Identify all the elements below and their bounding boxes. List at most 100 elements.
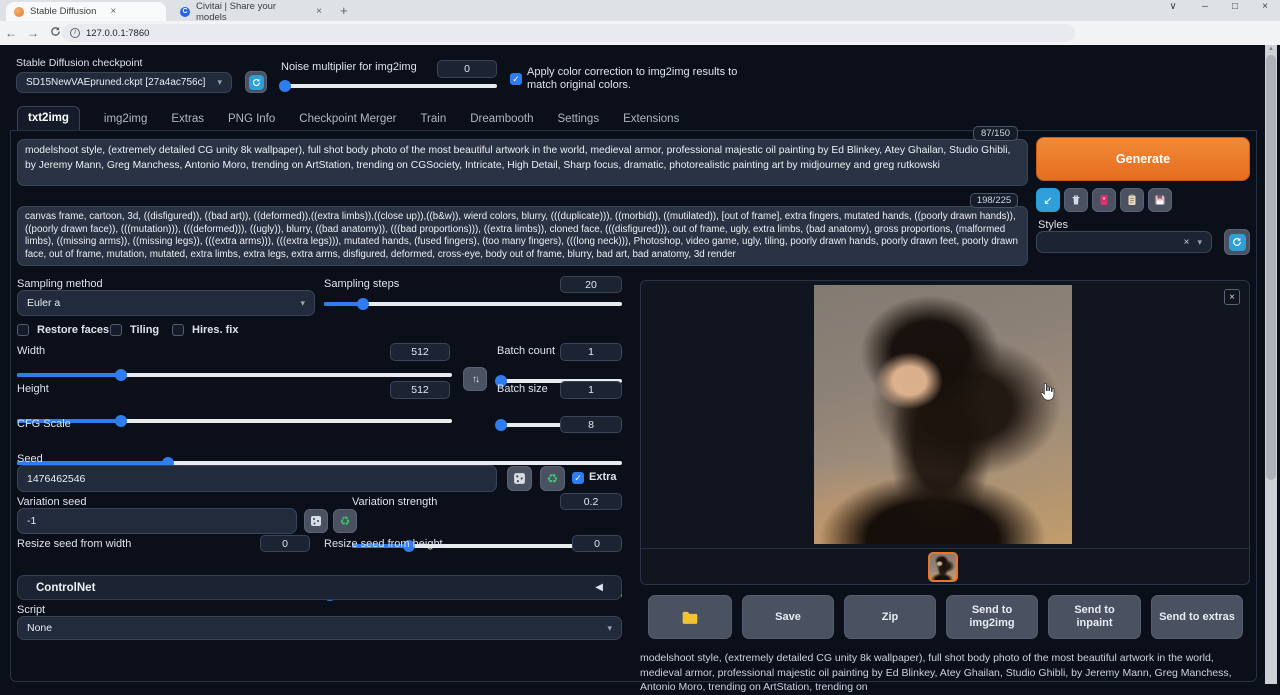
back-icon[interactable]: ← [0,26,22,40]
close-gallery-icon[interactable]: × [1224,289,1240,305]
send-to-extras-button[interactable]: Send to extras [1151,595,1243,639]
slider-knob[interactable] [357,298,369,310]
main-tab-bar: txt2img img2img Extras PNG Info Checkpoi… [17,106,679,131]
slider-knob[interactable] [115,415,127,427]
new-tab-icon[interactable]: + [340,3,348,18]
resize-seed-height-input[interactable] [572,535,622,552]
reuse-seed-button[interactable]: ♻ [540,466,565,491]
checkpoint-label: Stable Diffusion checkpoint [16,57,142,69]
tab-img2img[interactable]: img2img [104,113,147,125]
generate-button[interactable]: Generate [1036,137,1250,181]
tiling-checkbox[interactable] [110,324,122,336]
window-close-icon[interactable]: × [1256,1,1274,12]
clear-prompt-button[interactable] [1064,188,1088,212]
batch-size-input[interactable] [560,381,622,399]
negative-prompt-textarea[interactable]: canvas frame, cartoon, 3d, ((disfigured)… [17,206,1028,266]
send-to-inpaint-button[interactable]: Send to inpaint [1048,595,1141,639]
dice-icon [513,472,526,485]
tab-png-info[interactable]: PNG Info [228,113,275,125]
send-to-img2img-button[interactable]: Send to img2img [946,595,1038,639]
browser-tab-civitai[interactable]: C Civitai | Share your models × [172,2,330,21]
random-seed-button[interactable] [507,466,532,491]
tab-close-icon[interactable]: × [110,6,116,17]
browser-tab-title: Civitai | Share your models [196,1,302,23]
scrollbar-thumb[interactable] [1266,55,1276,480]
clear-icon[interactable]: × [1184,237,1190,248]
window-maximize-icon[interactable]: □ [1226,1,1244,12]
cfg-scale-label: CFG Scale [17,418,71,430]
save-button[interactable]: Save [742,595,834,639]
browser-tab-stable-diffusion[interactable]: Stable Diffusion × [6,2,166,21]
cfg-scale-input[interactable] [560,416,622,433]
styles-refresh-button[interactable] [1224,229,1250,255]
variation-seed-input[interactable] [17,508,297,534]
script-value: None [27,622,52,634]
extra-seed-checkbox[interactable]: ✓ [572,472,584,484]
gallery-thumbnail-selected[interactable] [928,552,958,582]
send-to-extras-label: Send to extras [1159,611,1235,624]
script-dropdown[interactable]: None ▾ [17,616,622,640]
variation-strength-label: Variation strength [352,496,437,508]
styles-dropdown[interactable]: × ▾ [1036,231,1212,253]
tab-dreambooth[interactable]: Dreambooth [470,113,533,125]
url-bar[interactable]: i 127.0.0.1:7860 [62,24,1075,42]
reuse-variation-seed-button[interactable]: ♻ [333,509,357,533]
variation-seed-label: Variation seed [17,496,87,508]
zip-button[interactable]: Zip [844,595,936,639]
controlnet-accordion[interactable]: ControlNet ◀ [17,575,622,600]
save-style-button[interactable] [1148,188,1172,212]
sampling-steps-slider[interactable] [324,302,622,306]
extra-networks-button[interactable] [1092,188,1116,212]
height-input[interactable] [390,381,450,399]
width-slider[interactable] [17,373,452,377]
noise-multiplier-slider[interactable] [281,84,497,88]
tab-train[interactable]: Train [420,113,446,125]
refresh-icon [249,75,264,90]
floppy-disk-icon [1154,194,1166,206]
scrollbar-up-arrow[interactable]: ▲ [1265,46,1277,52]
stable-diffusion-webui: Stable Diffusion checkpoint SD15NewVAEpr… [0,45,1280,684]
noise-multiplier-input[interactable] [437,60,497,78]
civitai-favicon: C [180,7,190,17]
sampling-steps-input[interactable] [560,276,622,293]
window-minimize-icon[interactable]: – [1196,1,1214,12]
page-scrollbar[interactable]: ▲ [1265,45,1277,684]
checkpoint-refresh-button[interactable] [245,71,267,93]
height-slider[interactable] [17,419,452,423]
forward-icon[interactable]: → [22,26,44,40]
batch-count-input[interactable] [560,343,622,361]
tab-extensions[interactable]: Extensions [623,113,679,125]
color-correction-checkbox[interactable]: ✓ [510,73,522,85]
seed-input[interactable] [17,465,497,492]
read-generation-params-button[interactable]: ↙ [1036,188,1060,212]
page-info-icon[interactable]: i [70,28,80,38]
slider-knob[interactable] [495,419,507,431]
checkpoint-dropdown[interactable]: SD15NewVAEpruned.ckpt [27a4ac756c] ▾ [16,72,232,93]
random-variation-seed-button[interactable] [304,509,328,533]
tab-checkpoint-merger[interactable]: Checkpoint Merger [299,113,396,125]
resize-seed-width-input[interactable] [260,535,310,552]
generated-image[interactable] [814,285,1072,544]
negative-token-counter: 198/225 [970,193,1018,208]
browser-tab-title: Stable Diffusion [30,6,96,17]
window-chevron-icon[interactable]: ∨ [1164,1,1182,12]
sampling-method-dropdown[interactable]: Euler a ▾ [17,290,315,316]
slider-knob[interactable] [115,369,127,381]
swap-dimensions-button[interactable]: ↑↓ [463,367,487,391]
slider-knob[interactable] [279,80,291,92]
hand-cursor [1040,382,1055,401]
hires-fix-checkbox[interactable] [172,324,184,336]
chevron-down-icon: ▾ [217,77,222,88]
browser-tabstrip: Stable Diffusion × C Civitai | Share you… [0,0,1280,21]
tab-settings[interactable]: Settings [558,113,600,125]
apply-styles-button[interactable] [1120,188,1144,212]
width-input[interactable] [390,343,450,361]
tab-extras[interactable]: Extras [171,113,204,125]
tab-txt2img[interactable]: txt2img [17,106,80,131]
chevron-down-icon: ▾ [300,298,305,309]
prompt-textarea[interactable]: modelshoot style, (extremely detailed CG… [17,139,1028,186]
open-folder-button[interactable] [648,595,732,639]
restore-faces-checkbox[interactable] [17,324,29,336]
variation-strength-input[interactable] [560,493,622,510]
tab-close-icon[interactable]: × [316,6,322,17]
